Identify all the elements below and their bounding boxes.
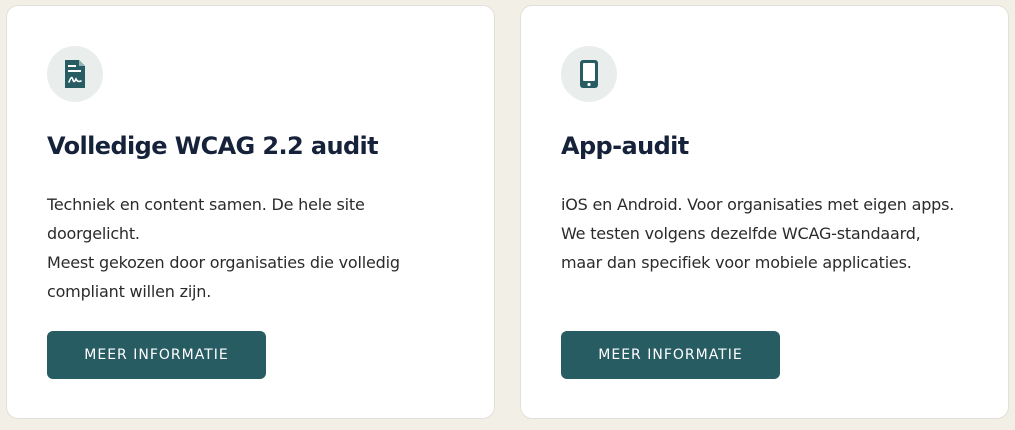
card-description: iOS en Android. Voor organisaties met ei… (561, 190, 966, 277)
smartphone-icon (580, 60, 598, 88)
description-line: Meest gekozen door organisaties die voll… (47, 253, 400, 301)
card-app-audit: App-audit iOS en Android. Voor organisat… (520, 5, 1009, 419)
icon-badge (561, 46, 617, 102)
card-title: Volledige WCAG 2.2 audit (47, 132, 379, 160)
document-signature-icon (65, 60, 85, 88)
description-line: Techniek en content samen. De hele site … (47, 195, 365, 243)
description-line: iOS en Android. Voor organisaties met ei… (561, 195, 955, 272)
card-description: Techniek en content samen. De hele site … (47, 190, 452, 306)
service-cards: Volledige WCAG 2.2 audit Techniek en con… (0, 0, 1015, 430)
more-info-button[interactable]: MEER INFORMATIE (561, 331, 780, 379)
more-info-button[interactable]: MEER INFORMATIE (47, 331, 266, 379)
card-wcag-audit: Volledige WCAG 2.2 audit Techniek en con… (6, 5, 495, 419)
card-title: App-audit (561, 132, 689, 160)
icon-badge (47, 46, 103, 102)
